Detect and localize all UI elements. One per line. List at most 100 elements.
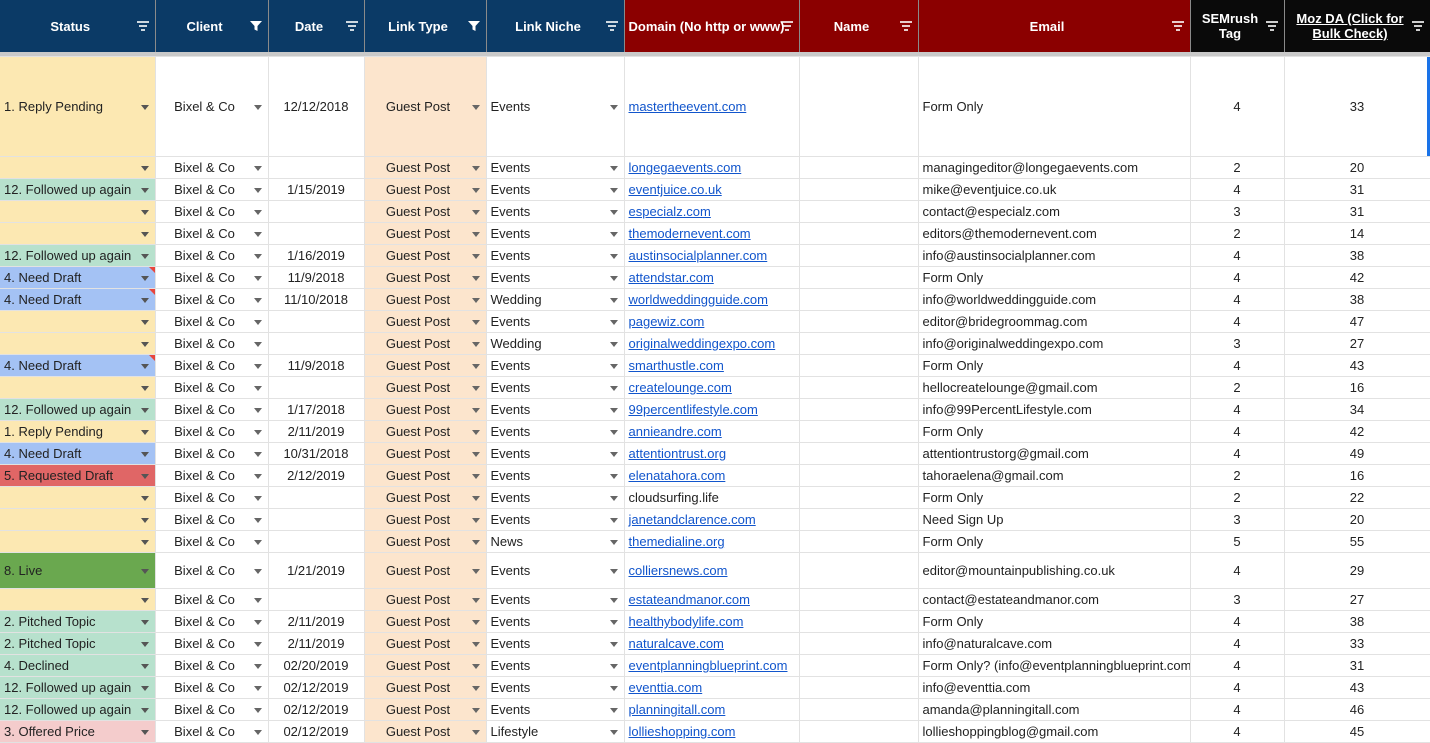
semrush-tag-cell[interactable]: 4	[1190, 420, 1285, 443]
client-cell[interactable]: Bixel & Co	[155, 332, 269, 355]
domain-link[interactable]: austinsocialplanner.com	[629, 248, 768, 263]
dropdown-caret-icon[interactable]	[471, 104, 480, 110]
dropdown-caret-icon[interactable]	[471, 597, 480, 603]
dropdown-caret-icon[interactable]	[140, 517, 149, 523]
dropdown-caret-icon[interactable]	[253, 568, 262, 574]
email-cell[interactable]: editors@themodernevent.com	[918, 222, 1191, 245]
email-cell[interactable]: Form Only	[918, 56, 1191, 157]
name-cell[interactable]	[799, 156, 919, 179]
name-cell[interactable]	[799, 552, 919, 589]
dropdown-caret-icon[interactable]	[471, 275, 480, 281]
client-cell[interactable]: Bixel & Co	[155, 464, 269, 487]
status-cell[interactable]: 4. Declined	[0, 654, 156, 677]
moz-da-cell[interactable]: 27	[1284, 332, 1430, 355]
domain-link[interactable]: annieandre.com	[629, 424, 722, 439]
dropdown-caret-icon[interactable]	[253, 685, 262, 691]
domain-link[interactable]: mastertheevent.com	[629, 99, 747, 114]
moz-da-cell[interactable]: 49	[1284, 442, 1430, 465]
client-cell[interactable]: Bixel & Co	[155, 442, 269, 465]
link-type-cell[interactable]: Guest Post	[364, 244, 487, 267]
semrush-tag-cell[interactable]: 4	[1190, 266, 1285, 289]
email-cell[interactable]: info@originalweddingexpo.com	[918, 332, 1191, 355]
link-type-cell[interactable]: Guest Post	[364, 178, 487, 201]
link-type-cell[interactable]: Guest Post	[364, 588, 487, 611]
date-cell[interactable]: 02/12/2019	[268, 698, 365, 721]
moz-da-cell[interactable]: 38	[1284, 288, 1430, 311]
dropdown-caret-icon[interactable]	[609, 641, 618, 647]
dropdown-caret-icon[interactable]	[609, 707, 618, 713]
link-niche-cell[interactable]: Events	[486, 244, 625, 267]
email-cell[interactable]: editor@mountainpublishing.co.uk	[918, 552, 1191, 589]
semrush-tag-cell[interactable]: 4	[1190, 442, 1285, 465]
moz-da-cell[interactable]: 31	[1284, 178, 1430, 201]
link-type-cell[interactable]: Guest Post	[364, 486, 487, 509]
status-cell[interactable]: 1. Reply Pending	[0, 56, 156, 157]
link-type-cell[interactable]: Guest Post	[364, 332, 487, 355]
dropdown-caret-icon[interactable]	[140, 275, 149, 281]
dropdown-caret-icon[interactable]	[609, 187, 618, 193]
date-cell[interactable]	[268, 156, 365, 179]
dropdown-caret-icon[interactable]	[140, 729, 149, 735]
dropdown-caret-icon[interactable]	[471, 363, 480, 369]
dropdown-caret-icon[interactable]	[609, 385, 618, 391]
email-cell[interactable]: Form Only	[918, 610, 1191, 633]
dropdown-caret-icon[interactable]	[609, 407, 618, 413]
domain-cell[interactable]: smarthustle.com	[624, 354, 800, 377]
moz-da-cell[interactable]: 43	[1284, 676, 1430, 699]
dropdown-caret-icon[interactable]	[471, 231, 480, 237]
status-cell[interactable]	[0, 376, 156, 399]
link-type-cell[interactable]: Guest Post	[364, 676, 487, 699]
name-cell[interactable]	[799, 720, 919, 743]
link-type-cell[interactable]: Guest Post	[364, 464, 487, 487]
domain-cell[interactable]: themodernevent.com	[624, 222, 800, 245]
dropdown-caret-icon[interactable]	[471, 297, 480, 303]
email-cell[interactable]: contact@estateandmanor.com	[918, 588, 1191, 611]
semrush-tag-cell[interactable]: 4	[1190, 720, 1285, 743]
client-cell[interactable]: Bixel & Co	[155, 398, 269, 421]
dropdown-caret-icon[interactable]	[609, 597, 618, 603]
moz-da-cell[interactable]: 46	[1284, 698, 1430, 721]
name-cell[interactable]	[799, 332, 919, 355]
status-cell[interactable]	[0, 588, 156, 611]
filter-lines-icon[interactable]	[780, 20, 794, 32]
dropdown-caret-icon[interactable]	[253, 209, 262, 215]
link-niche-cell[interactable]: Events	[486, 266, 625, 289]
dropdown-caret-icon[interactable]	[140, 473, 149, 479]
domain-cell[interactable]: planningitall.com	[624, 698, 800, 721]
dropdown-caret-icon[interactable]	[140, 363, 149, 369]
name-cell[interactable]	[799, 376, 919, 399]
domain-link[interactable]: pagewiz.com	[629, 314, 705, 329]
semrush-tag-cell[interactable]: 3	[1190, 200, 1285, 223]
domain-cell[interactable]: annieandre.com	[624, 420, 800, 443]
name-cell[interactable]	[799, 288, 919, 311]
email-cell[interactable]: Form Only	[918, 266, 1191, 289]
date-cell[interactable]: 11/9/2018	[268, 354, 365, 377]
link-niche-cell[interactable]: Events	[486, 178, 625, 201]
link-type-cell[interactable]: Guest Post	[364, 222, 487, 245]
semrush-tag-cell[interactable]: 4	[1190, 244, 1285, 267]
link-type-cell[interactable]: Guest Post	[364, 200, 487, 223]
name-cell[interactable]	[799, 56, 919, 157]
filter-lines-icon[interactable]	[1171, 20, 1185, 32]
moz-da-cell[interactable]: 20	[1284, 156, 1430, 179]
email-cell[interactable]: lollieshoppingblog@gmail.com	[918, 720, 1191, 743]
name-cell[interactable]	[799, 486, 919, 509]
dropdown-caret-icon[interactable]	[471, 385, 480, 391]
domain-cell[interactable]: naturalcave.com	[624, 632, 800, 655]
date-cell[interactable]	[268, 200, 365, 223]
date-cell[interactable]	[268, 530, 365, 553]
domain-cell[interactable]: eventtia.com	[624, 676, 800, 699]
domain-cell[interactable]: attendstar.com	[624, 266, 800, 289]
moz-da-cell[interactable]: 33	[1284, 632, 1430, 655]
domain-cell[interactable]: especialz.com	[624, 200, 800, 223]
dropdown-caret-icon[interactable]	[140, 597, 149, 603]
moz-da-cell[interactable]: 31	[1284, 200, 1430, 223]
client-cell[interactable]: Bixel & Co	[155, 610, 269, 633]
filter-lines-icon[interactable]	[605, 20, 619, 32]
dropdown-caret-icon[interactable]	[471, 407, 480, 413]
dropdown-caret-icon[interactable]	[253, 187, 262, 193]
dropdown-caret-icon[interactable]	[253, 297, 262, 303]
domain-link[interactable]: originalweddingexpo.com	[629, 336, 776, 351]
status-cell[interactable]: 4. Need Draft	[0, 442, 156, 465]
semrush-tag-cell[interactable]: 4	[1190, 354, 1285, 377]
